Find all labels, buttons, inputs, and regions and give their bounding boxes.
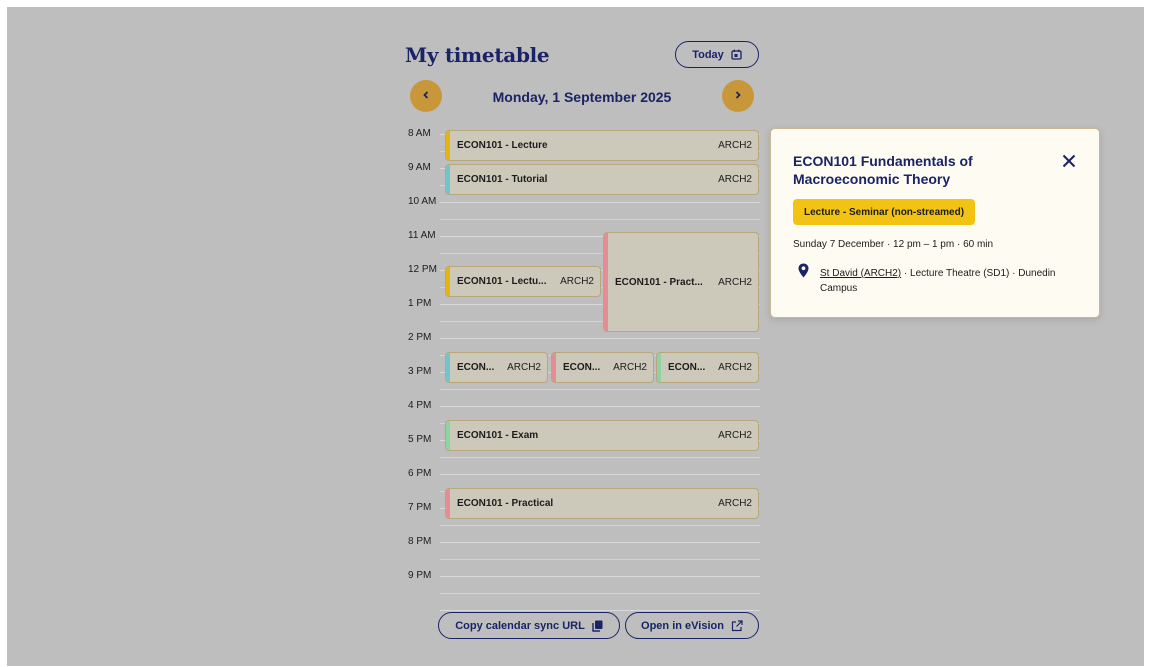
hour-grid-line bbox=[440, 406, 760, 407]
hour-grid-line bbox=[440, 542, 760, 543]
hour-label: 9 AM bbox=[408, 162, 431, 173]
hour-grid-line bbox=[440, 576, 760, 577]
event-name: ECON101 - Tutorial bbox=[457, 174, 548, 185]
calendar-icon bbox=[731, 49, 742, 60]
hour-label: 9 PM bbox=[408, 570, 432, 581]
map-pin-icon bbox=[798, 263, 809, 283]
hour-label: 3 PM bbox=[408, 366, 432, 377]
today-button[interactable]: Today bbox=[675, 41, 759, 68]
today-button-label: Today bbox=[692, 48, 724, 61]
event-color-bar bbox=[446, 267, 450, 296]
location-link[interactable]: St David (ARCH2) bbox=[820, 268, 901, 279]
hour-label: 7 PM bbox=[408, 502, 432, 513]
close-button[interactable] bbox=[1061, 153, 1077, 169]
open-evision-button[interactable]: Open in eVision bbox=[625, 612, 759, 639]
event-color-bar bbox=[446, 165, 450, 194]
event-name: ECON101 - Practical bbox=[457, 498, 554, 509]
chevron-right-icon bbox=[734, 87, 742, 105]
event-name: ECON101 - Exam bbox=[457, 430, 539, 441]
event-room: ARCH2 bbox=[718, 140, 752, 151]
hour-grid-line bbox=[440, 474, 760, 475]
half-hour-grid-line bbox=[440, 389, 760, 390]
hour-label: 6 PM bbox=[408, 468, 432, 479]
half-hour-grid-line bbox=[440, 559, 760, 560]
half-hour-grid-line bbox=[440, 525, 760, 526]
event-time: Sunday 7 December · 12 pm – 1 pm · 60 mi… bbox=[793, 239, 994, 250]
half-hour-grid-line bbox=[440, 593, 760, 594]
external-link-icon bbox=[731, 619, 743, 632]
event-color-bar bbox=[657, 353, 661, 382]
event-econ101-practical-long[interactable]: ECON101 - Pract... ARCH2 bbox=[603, 232, 759, 332]
half-hour-grid-line bbox=[440, 457, 760, 458]
event-detail-popup: ECON101 Fundamentals of Macroeconomic Th… bbox=[770, 128, 1100, 318]
event-name: ECON101 - Pract... bbox=[615, 276, 703, 288]
page-title: My timetable bbox=[405, 43, 550, 67]
event-name: ECON101 - Lectu... bbox=[457, 276, 547, 287]
hour-grid-line bbox=[440, 338, 760, 339]
event-color-bar bbox=[446, 131, 450, 160]
hour-label: 12 PM bbox=[408, 264, 437, 275]
event-room: ARCH2 bbox=[718, 498, 752, 509]
hour-label: 2 PM bbox=[408, 332, 432, 343]
open-evision-label: Open in eVision bbox=[641, 619, 724, 632]
event-econ101-practical[interactable]: ECON101 - Practical ARCH2 bbox=[445, 488, 759, 519]
event-color-bar bbox=[446, 421, 450, 450]
event-color-bar bbox=[552, 353, 556, 382]
hour-label: 8 PM bbox=[408, 536, 432, 547]
event-econ-3pm-1[interactable]: ECON... ARCH2 bbox=[445, 352, 548, 383]
hour-label: 8 AM bbox=[408, 128, 431, 139]
event-econ101-tutorial[interactable]: ECON101 - Tutorial ARCH2 bbox=[445, 164, 759, 195]
half-hour-grid-line bbox=[440, 219, 760, 220]
chevron-left-icon bbox=[422, 87, 430, 105]
event-econ101-exam[interactable]: ECON101 - Exam ARCH2 bbox=[445, 420, 759, 451]
event-location: St David (ARCH2) · Lecture Theatre (SD1)… bbox=[820, 266, 1080, 296]
event-color-bar bbox=[446, 353, 450, 382]
previous-day-button[interactable] bbox=[410, 80, 442, 112]
backdrop bbox=[7, 7, 1144, 666]
event-room: ARCH2 bbox=[507, 362, 541, 373]
copy-sync-url-button[interactable]: Copy calendar sync URL bbox=[438, 612, 620, 639]
event-econ101-lecture[interactable]: ECON101 - Lecture ARCH2 bbox=[445, 130, 759, 161]
event-econ-3pm-3[interactable]: ECON... ARCH2 bbox=[656, 352, 759, 383]
event-room: ARCH2 bbox=[560, 276, 594, 287]
hour-label: 1 PM bbox=[408, 298, 432, 309]
event-color-bar bbox=[604, 233, 608, 331]
hour-label: 10 AM bbox=[408, 196, 437, 207]
copy-icon bbox=[592, 620, 603, 632]
event-name: ECON101 - Lecture bbox=[457, 140, 548, 151]
close-icon bbox=[1061, 154, 1077, 173]
hour-label: 11 AM bbox=[408, 230, 436, 241]
event-econ-3pm-2[interactable]: ECON... ARCH2 bbox=[551, 352, 654, 383]
copy-sync-url-label: Copy calendar sync URL bbox=[455, 619, 585, 632]
event-name: ECON... bbox=[457, 362, 495, 373]
hour-grid-line bbox=[440, 202, 760, 203]
event-name: ECON... bbox=[563, 362, 601, 373]
popup-title: ECON101 Fundamentals of Macroeconomic Th… bbox=[793, 153, 973, 187]
event-room: ARCH2 bbox=[718, 362, 752, 373]
hour-label: 4 PM bbox=[408, 400, 432, 411]
hour-label: 5 PM bbox=[408, 434, 432, 445]
event-room: ARCH2 bbox=[718, 174, 752, 185]
event-name: ECON... bbox=[668, 362, 706, 373]
event-econ101-lecture-2[interactable]: ECON101 - Lectu... ARCH2 bbox=[445, 266, 601, 297]
hour-grid-line bbox=[440, 610, 760, 611]
event-room: ARCH2 bbox=[718, 430, 752, 441]
next-day-button[interactable] bbox=[722, 80, 754, 112]
current-date: Monday, 1 September 2025 bbox=[492, 89, 672, 105]
event-room: ARCH2 bbox=[613, 362, 647, 373]
event-color-bar bbox=[446, 489, 450, 518]
event-room: ARCH2 bbox=[718, 276, 752, 288]
event-type-badge: Lecture - Seminar (non-streamed) bbox=[793, 199, 976, 225]
